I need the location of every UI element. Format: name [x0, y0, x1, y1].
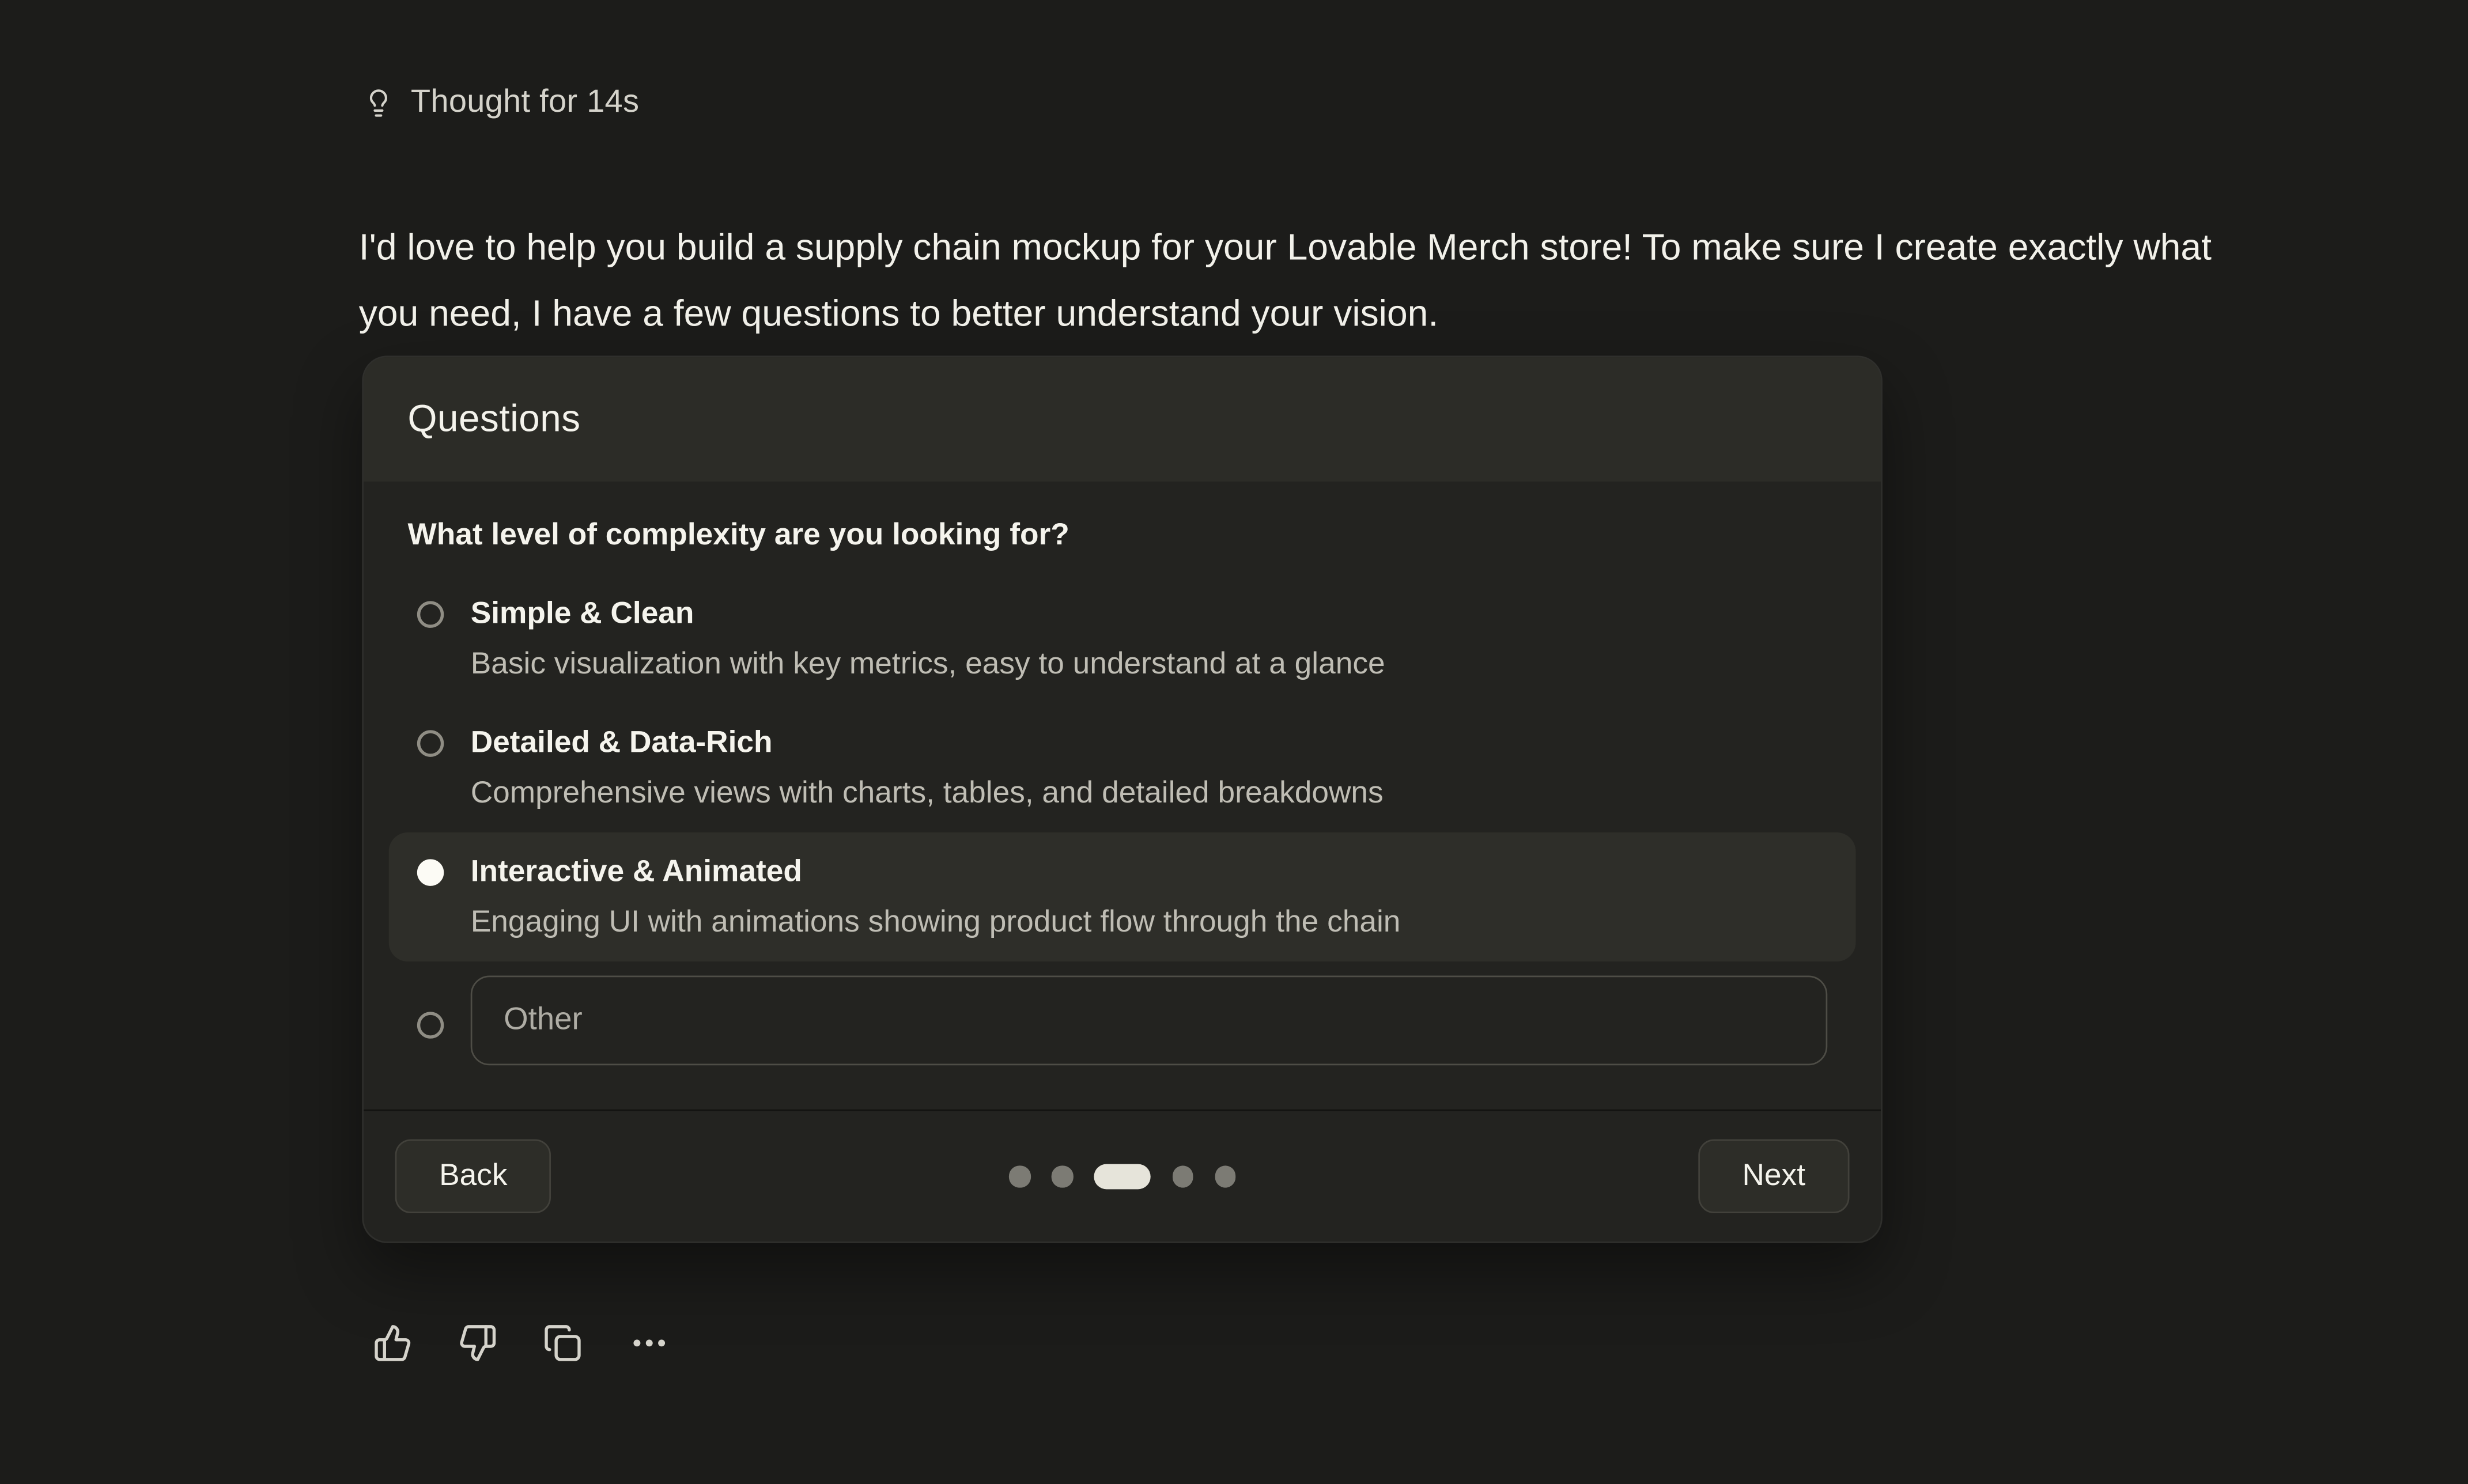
back-button[interactable]: Back	[395, 1140, 551, 1213]
option-label: Detailed & Data-Rich	[471, 722, 1384, 763]
pagination-dot	[1052, 1165, 1073, 1187]
option-description: Comprehensive views with charts, tables,…	[471, 773, 1384, 813]
ellipsis-icon	[628, 1344, 671, 1368]
thumbs-down-button[interactable]	[458, 1323, 497, 1362]
thought-toggle[interactable]: Thought for 14s	[364, 84, 639, 122]
questions-card: Questions What level of complexity are y…	[362, 355, 1883, 1243]
option-label: Simple & Clean	[471, 593, 1385, 634]
questions-card-header: Questions	[364, 357, 1881, 482]
thumbs-up-button[interactable]	[373, 1323, 412, 1362]
radio-unchecked-icon[interactable]	[417, 730, 444, 756]
assistant-message-text: I'd love to help you build a supply chai…	[359, 213, 2213, 345]
pagination-dot	[1009, 1165, 1030, 1187]
option-interactive-animated[interactable]: Interactive & Animated Engaging UI with …	[389, 832, 1856, 961]
option-description: Basic visualization with key metrics, ea…	[471, 643, 1385, 684]
option-description: Engaging UI with animations showing prod…	[471, 902, 1401, 942]
option-detailed-data-rich[interactable]: Detailed & Data-Rich Comprehensive views…	[389, 703, 1856, 832]
lightbulb-icon	[364, 84, 394, 120]
radio-unchecked-icon[interactable]	[417, 1011, 444, 1038]
questions-card-body: What level of complexity are you looking…	[364, 482, 1881, 1110]
pagination-dot-active	[1094, 1163, 1150, 1189]
question-text: What level of complexity are you looking…	[407, 518, 1836, 554]
radio-unchecked-icon[interactable]	[417, 601, 444, 627]
copy-button[interactable]	[543, 1323, 582, 1362]
chat-message-view: Thought for 14s I'd love to help you bui…	[0, 0, 2468, 1484]
thumbs-up-icon	[373, 1344, 412, 1368]
option-other[interactable]	[389, 961, 1856, 1075]
other-option-input[interactable]	[471, 976, 1828, 1066]
card-title: Questions	[407, 398, 580, 441]
radio-checked-icon[interactable]	[417, 859, 444, 885]
thought-label: Thought for 14s	[411, 84, 639, 122]
option-simple-clean[interactable]: Simple & Clean Basic visualization with …	[389, 574, 1856, 703]
pagination-dot	[1172, 1165, 1193, 1187]
message-actions-toolbar	[373, 1323, 670, 1362]
pagination-dot	[1214, 1165, 1235, 1187]
next-button[interactable]: Next	[1698, 1140, 1850, 1213]
option-label: Interactive & Animated	[471, 851, 1401, 892]
questions-card-footer: Back Next	[364, 1110, 1881, 1241]
pagination-dots	[1009, 1163, 1235, 1189]
copy-icon	[543, 1344, 582, 1368]
more-options-button[interactable]	[628, 1323, 671, 1362]
thumbs-down-icon	[458, 1344, 497, 1368]
